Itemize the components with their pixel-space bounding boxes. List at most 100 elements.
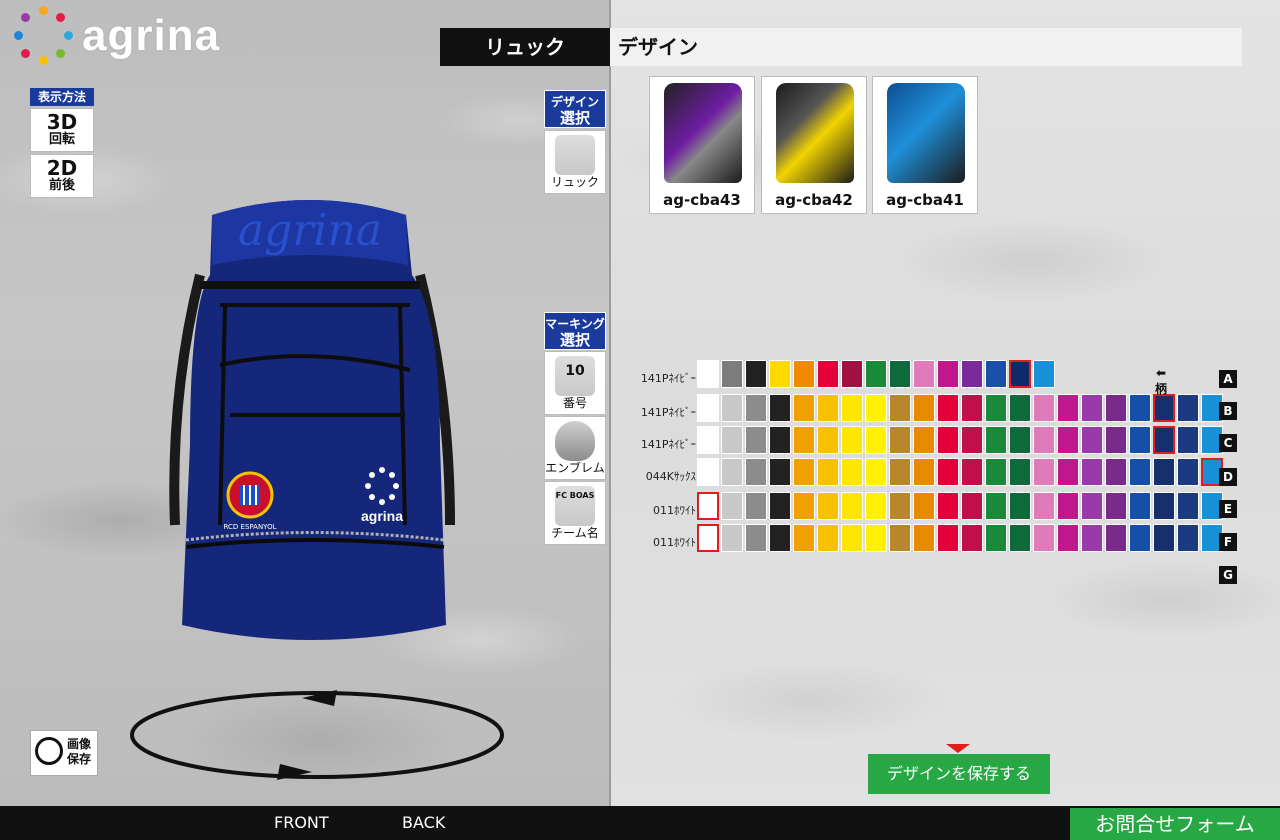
color-swatch[interactable]: [889, 394, 911, 422]
color-swatch[interactable]: [961, 394, 983, 422]
part-letter-a[interactable]: A: [1219, 370, 1237, 388]
color-swatch[interactable]: [1153, 524, 1175, 552]
color-swatch[interactable]: [721, 458, 743, 486]
color-swatch[interactable]: [841, 360, 863, 388]
backpack-preview[interactable]: agrina RCD ESPANYOL agrina: [150, 195, 470, 665]
color-swatch[interactable]: [817, 524, 839, 552]
color-swatch[interactable]: [745, 492, 767, 520]
color-swatch[interactable]: [1033, 492, 1055, 520]
color-swatch[interactable]: [913, 458, 935, 486]
color-swatch[interactable]: [817, 458, 839, 486]
color-swatch[interactable]: [1033, 360, 1055, 388]
color-swatch[interactable]: [1105, 394, 1127, 422]
marking-item-emblem[interactable]: エンブレム: [544, 416, 606, 480]
color-swatch[interactable]: [817, 360, 839, 388]
color-swatch[interactable]: [817, 492, 839, 520]
color-swatch[interactable]: [1081, 458, 1103, 486]
color-swatch[interactable]: [937, 394, 959, 422]
color-swatch[interactable]: [1057, 426, 1079, 454]
part-letter-e[interactable]: E: [1219, 500, 1237, 518]
color-swatch[interactable]: [745, 524, 767, 552]
color-swatch[interactable]: [1057, 458, 1079, 486]
color-swatch[interactable]: [1009, 524, 1031, 552]
color-swatch[interactable]: [1177, 426, 1199, 454]
color-swatch[interactable]: [1009, 426, 1031, 454]
color-swatch[interactable]: [1129, 458, 1151, 486]
color-swatch[interactable]: [769, 524, 791, 552]
marking-item-number[interactable]: 10 番号: [544, 351, 606, 415]
color-swatch[interactable]: [769, 426, 791, 454]
color-swatch[interactable]: [937, 360, 959, 388]
color-swatch[interactable]: [1057, 394, 1079, 422]
brand-logo[interactable]: agrina: [12, 4, 220, 68]
color-swatch[interactable]: [961, 458, 983, 486]
color-swatch[interactable]: [1105, 524, 1127, 552]
color-swatch[interactable]: [1177, 394, 1199, 422]
back-view-button[interactable]: BACK: [402, 806, 445, 840]
color-swatch[interactable]: [1081, 426, 1103, 454]
color-swatch[interactable]: [721, 360, 743, 388]
color-swatch[interactable]: [889, 492, 911, 520]
color-swatch[interactable]: [697, 394, 719, 422]
color-swatch[interactable]: [1057, 524, 1079, 552]
color-swatch[interactable]: [769, 360, 791, 388]
color-swatch[interactable]: [889, 458, 911, 486]
view-2d-button[interactable]: 2D 前後: [30, 154, 94, 198]
color-swatch[interactable]: [817, 394, 839, 422]
color-swatch[interactable]: [1081, 394, 1103, 422]
color-swatch[interactable]: [1033, 426, 1055, 454]
color-swatch[interactable]: [913, 524, 935, 552]
color-swatch[interactable]: [817, 426, 839, 454]
design-item-backpack[interactable]: リュック: [544, 130, 606, 194]
color-swatch[interactable]: [889, 360, 911, 388]
color-swatch[interactable]: [721, 394, 743, 422]
color-swatch[interactable]: [1153, 492, 1175, 520]
color-swatch[interactable]: [1009, 458, 1031, 486]
part-letter-b[interactable]: B: [1219, 402, 1237, 420]
color-swatch[interactable]: [913, 492, 935, 520]
color-swatch[interactable]: [697, 426, 719, 454]
color-swatch[interactable]: [745, 394, 767, 422]
color-swatch[interactable]: [769, 492, 791, 520]
color-swatch[interactable]: [793, 458, 815, 486]
color-swatch[interactable]: [865, 492, 887, 520]
color-swatch[interactable]: [1009, 492, 1031, 520]
color-swatch[interactable]: [937, 426, 959, 454]
color-swatch[interactable]: [985, 426, 1007, 454]
color-swatch[interactable]: [1153, 426, 1175, 454]
part-letter-d[interactable]: D: [1219, 468, 1237, 486]
color-swatch[interactable]: [1081, 492, 1103, 520]
color-swatch[interactable]: [937, 492, 959, 520]
color-swatch[interactable]: [841, 524, 863, 552]
color-swatch[interactable]: [1129, 524, 1151, 552]
color-swatch[interactable]: [793, 394, 815, 422]
save-design-button[interactable]: デザインを保存する: [868, 754, 1050, 794]
color-swatch[interactable]: [697, 360, 719, 388]
color-swatch[interactable]: [745, 458, 767, 486]
rotate-control-icon[interactable]: [122, 680, 512, 790]
color-swatch[interactable]: [841, 426, 863, 454]
color-swatch[interactable]: [961, 492, 983, 520]
color-swatch[interactable]: [1177, 524, 1199, 552]
color-swatch[interactable]: [1009, 360, 1031, 388]
color-swatch[interactable]: [745, 360, 767, 388]
color-swatch[interactable]: [865, 360, 887, 388]
design-card-ag-cba43[interactable]: ag-cba43: [649, 76, 755, 214]
color-swatch[interactable]: [697, 458, 719, 486]
color-swatch[interactable]: [793, 524, 815, 552]
color-swatch[interactable]: [769, 394, 791, 422]
color-swatch[interactable]: [937, 458, 959, 486]
save-image-button[interactable]: 画像 保存: [30, 730, 98, 776]
color-swatch[interactable]: [721, 426, 743, 454]
color-swatch[interactable]: [1177, 492, 1199, 520]
color-swatch[interactable]: [1129, 426, 1151, 454]
color-swatch[interactable]: [841, 458, 863, 486]
color-swatch[interactable]: [1033, 524, 1055, 552]
color-swatch[interactable]: [793, 492, 815, 520]
part-letter-c[interactable]: C: [1219, 434, 1237, 452]
color-swatch[interactable]: [745, 426, 767, 454]
color-swatch[interactable]: [961, 524, 983, 552]
color-swatch[interactable]: [865, 524, 887, 552]
color-swatch[interactable]: [985, 492, 1007, 520]
front-view-button[interactable]: FRONT: [274, 806, 329, 840]
